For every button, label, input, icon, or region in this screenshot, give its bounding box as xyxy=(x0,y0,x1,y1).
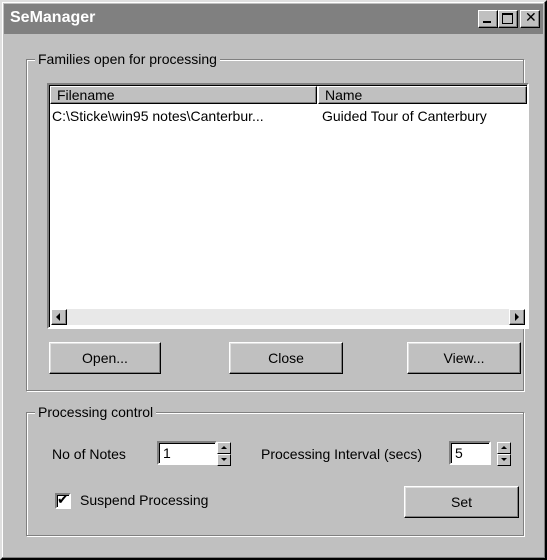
spin-down-icon[interactable] xyxy=(217,454,231,466)
column-header-filename[interactable]: Filename xyxy=(50,86,317,104)
list-item[interactable]: C:\Sticke\win95 notes\Canterbur... Guide… xyxy=(52,107,522,125)
close-button[interactable]: Close xyxy=(229,342,343,374)
spin-up-icon[interactable] xyxy=(497,442,511,454)
notes-label: No of Notes xyxy=(52,446,126,462)
interval-label: Processing Interval (secs) xyxy=(261,446,423,462)
semanager-window: SeManager ✕ Families open for processing… xyxy=(0,0,547,560)
close-glyph: ✕ xyxy=(525,10,537,26)
open-button[interactable]: Open... xyxy=(49,342,161,374)
row-filename: C:\Sticke\win95 notes\Canterbur... xyxy=(52,108,264,124)
notes-input[interactable]: 1 xyxy=(157,441,217,465)
maximize-icon[interactable] xyxy=(498,10,518,28)
row-name: Guided Tour of Canterbury xyxy=(322,108,487,124)
families-listview[interactable]: Filename Name C:\Sticke\win95 notes\Cant… xyxy=(47,83,529,329)
processing-group-label: Processing control xyxy=(35,403,157,421)
scroll-right-icon[interactable] xyxy=(509,309,525,325)
notes-spinner[interactable] xyxy=(217,442,231,466)
spin-up-icon[interactable] xyxy=(217,442,231,454)
column-header-name[interactable]: Name xyxy=(318,86,527,104)
families-group-label: Families open for processing xyxy=(35,50,220,68)
title-bar[interactable]: SeManager ✕ xyxy=(4,4,543,34)
interval-input[interactable]: 5 xyxy=(449,441,491,465)
suspend-processing-checkbox[interactable]: ✔ xyxy=(55,492,71,509)
set-button[interactable]: Set xyxy=(404,486,519,518)
horizontal-scrollbar[interactable] xyxy=(51,309,525,325)
listview-header: Filename Name xyxy=(50,86,527,104)
close-icon[interactable]: ✕ xyxy=(520,10,540,28)
suspend-processing-label[interactable]: Suspend Processing xyxy=(80,491,208,509)
checkmark-icon: ✔ xyxy=(57,492,69,508)
interval-spinner[interactable] xyxy=(497,442,511,466)
spin-down-icon[interactable] xyxy=(497,454,511,466)
window-title: SeManager xyxy=(10,9,96,26)
minimize-icon[interactable] xyxy=(478,10,498,28)
scroll-left-icon[interactable] xyxy=(51,309,67,325)
view-button[interactable]: View... xyxy=(407,342,521,374)
